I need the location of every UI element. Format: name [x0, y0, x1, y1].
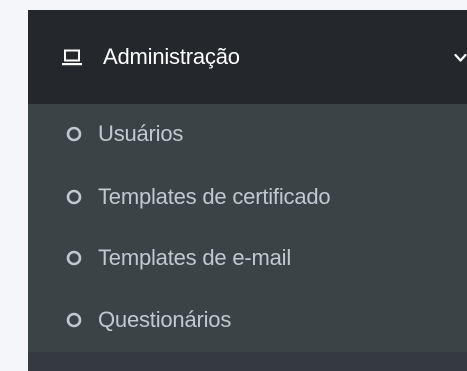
sidebar: Administração Usuários Templates de cert… [28, 10, 467, 371]
submenu-item-label: Templates de certificado [98, 184, 331, 209]
submenu-item-usuarios[interactable]: Usuários [28, 104, 467, 164]
circle-icon [66, 250, 82, 266]
menu-title: Administração [103, 44, 240, 69]
menu-administracao[interactable]: Administração [28, 10, 467, 104]
chevron-down-icon[interactable] [454, 53, 467, 63]
submenu-item-label: Templates de e-mail [98, 245, 292, 270]
submenu-item-questionarios[interactable]: Questionários [28, 290, 467, 350]
laptop-icon [62, 49, 82, 66]
submenu-item-templates-de-email[interactable]: Templates de e-mail [28, 228, 467, 288]
circle-icon [66, 312, 82, 328]
submenu-item-label: Questionários [98, 307, 232, 332]
circle-icon [66, 189, 82, 205]
submenu-item-label: Usuários [98, 121, 184, 146]
circle-icon [66, 126, 82, 142]
submenu: Usuários Templates de certificado Templa… [28, 104, 467, 352]
submenu-item-templates-de-certificado[interactable]: Templates de certificado [28, 167, 467, 227]
